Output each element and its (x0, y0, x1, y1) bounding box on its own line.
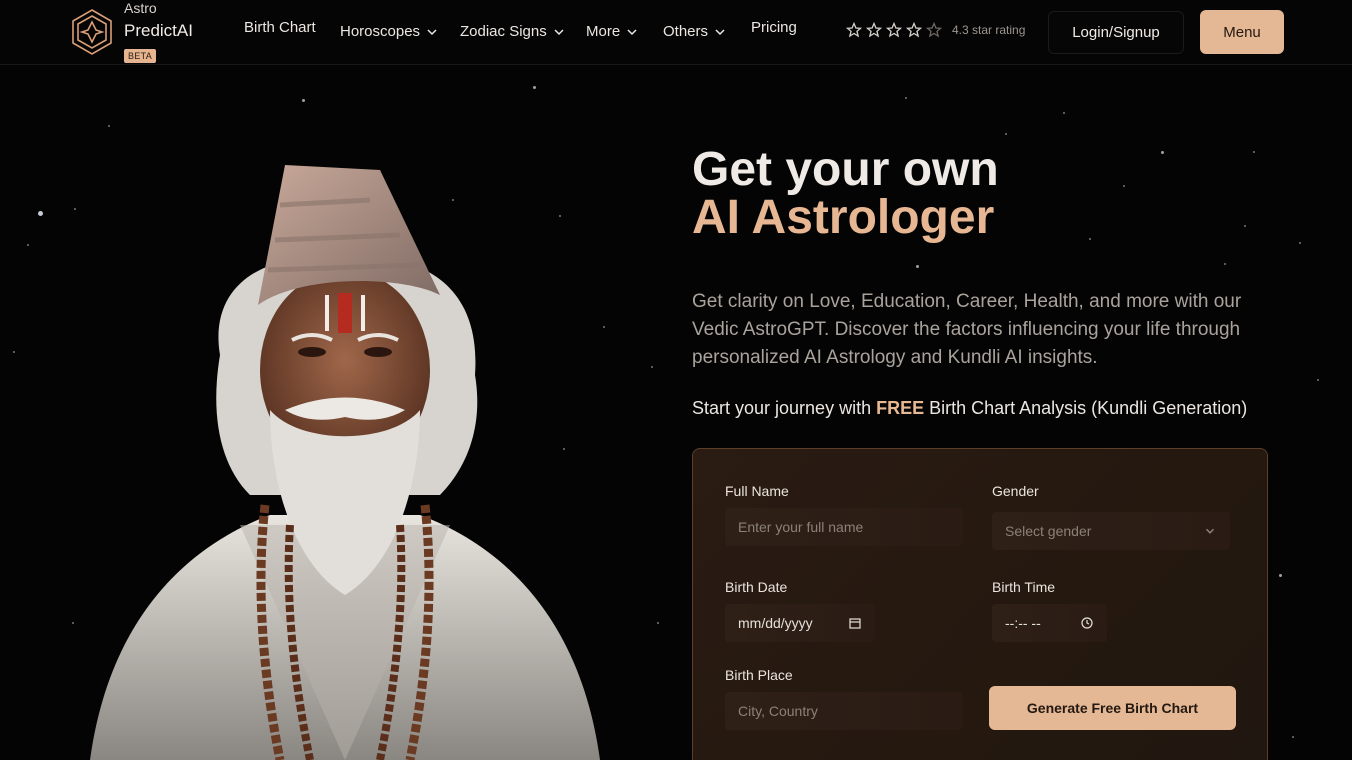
clock-icon[interactable] (1080, 616, 1094, 630)
hero-headline: Get your own AI Astrologer (692, 146, 999, 242)
headline-line-1: Get your own (692, 143, 999, 196)
star-outline-icon (846, 22, 862, 38)
journey-suffix: Birth Chart Analysis (Kundli Generation) (924, 398, 1248, 418)
nav-label: Pricing (751, 19, 797, 36)
headline-line-2: AI Astrologer (692, 191, 995, 244)
birth-date-value: mm/dd/yyyy (738, 615, 813, 631)
generate-birth-chart-button[interactable]: Generate Free Birth Chart (989, 686, 1236, 730)
gender-placeholder: Select gender (1005, 523, 1092, 539)
star-rating: 4.3 star rating (846, 22, 1025, 38)
calendar-icon[interactable] (848, 616, 862, 630)
beta-badge: BETA (124, 49, 157, 63)
nav-label: Horoscopes (340, 23, 421, 40)
menu-button[interactable]: Menu (1200, 10, 1284, 54)
star-outline-icon (926, 22, 942, 38)
login-signup-button[interactable]: Login/Signup (1048, 11, 1184, 54)
nav-birth-chart[interactable]: Birth Chart (244, 19, 316, 36)
full-name-input[interactable]: Enter your full name (725, 508, 963, 546)
birth-place-input[interactable]: City, Country (725, 692, 963, 730)
nav-label: Zodiac Signs (460, 23, 547, 40)
nav-label: Others (663, 23, 709, 40)
birth-date-label: Birth Date (725, 579, 788, 595)
chevron-down-icon (1205, 528, 1215, 534)
free-highlight: FREE (876, 398, 925, 418)
gender-label: Gender (992, 483, 1039, 499)
birth-time-label: Birth Time (992, 579, 1056, 595)
nav-label: More (586, 23, 621, 40)
journey-text: Start your journey with FREE Birth Chart… (692, 398, 1247, 419)
nav-pricing[interactable]: Pricing (751, 19, 797, 36)
astrologer-portrait-image (90, 165, 600, 760)
nav-label: Birth Chart (244, 19, 316, 36)
star-outline-icon (866, 22, 882, 38)
journey-prefix: Start your journey with (692, 398, 877, 418)
astro-logo-icon[interactable] (68, 8, 116, 56)
nav-others[interactable]: Others (663, 23, 726, 40)
chevron-down-icon (427, 28, 437, 35)
nav-more[interactable]: More (586, 23, 638, 40)
top-navigation-bar: Astro PredictAI BETA Birth Chart Horosco… (0, 0, 1352, 65)
birth-place-label: Birth Place (725, 667, 793, 683)
birth-time-value: --:-- -- (1005, 615, 1041, 631)
star-outline-icon (886, 22, 902, 38)
brand-prefix[interactable]: Astro (124, 0, 157, 16)
hero-description: Get clarity on Love, Education, Career, … (692, 291, 1242, 368)
birth-place-placeholder: City, Country (738, 703, 818, 719)
chevron-down-icon (715, 28, 725, 35)
chevron-down-icon (554, 28, 564, 35)
birth-date-input[interactable]: mm/dd/yyyy (725, 604, 875, 642)
gender-select[interactable]: Select gender (992, 512, 1230, 550)
full-name-placeholder: Enter your full name (738, 519, 864, 535)
rating-text: 4.3 star rating (952, 23, 1026, 37)
full-name-label: Full Name (725, 483, 789, 499)
brand-name[interactable]: PredictAI (124, 21, 193, 41)
chevron-down-icon (627, 28, 637, 35)
birth-time-input[interactable]: --:-- -- (992, 604, 1107, 642)
birth-chart-form: Full Name Enter your full name Gender Se… (692, 448, 1268, 760)
star-outline-icon (906, 22, 922, 38)
nav-zodiac-signs[interactable]: Zodiac Signs (460, 23, 565, 40)
nav-horoscopes[interactable]: Horoscopes (340, 23, 438, 40)
